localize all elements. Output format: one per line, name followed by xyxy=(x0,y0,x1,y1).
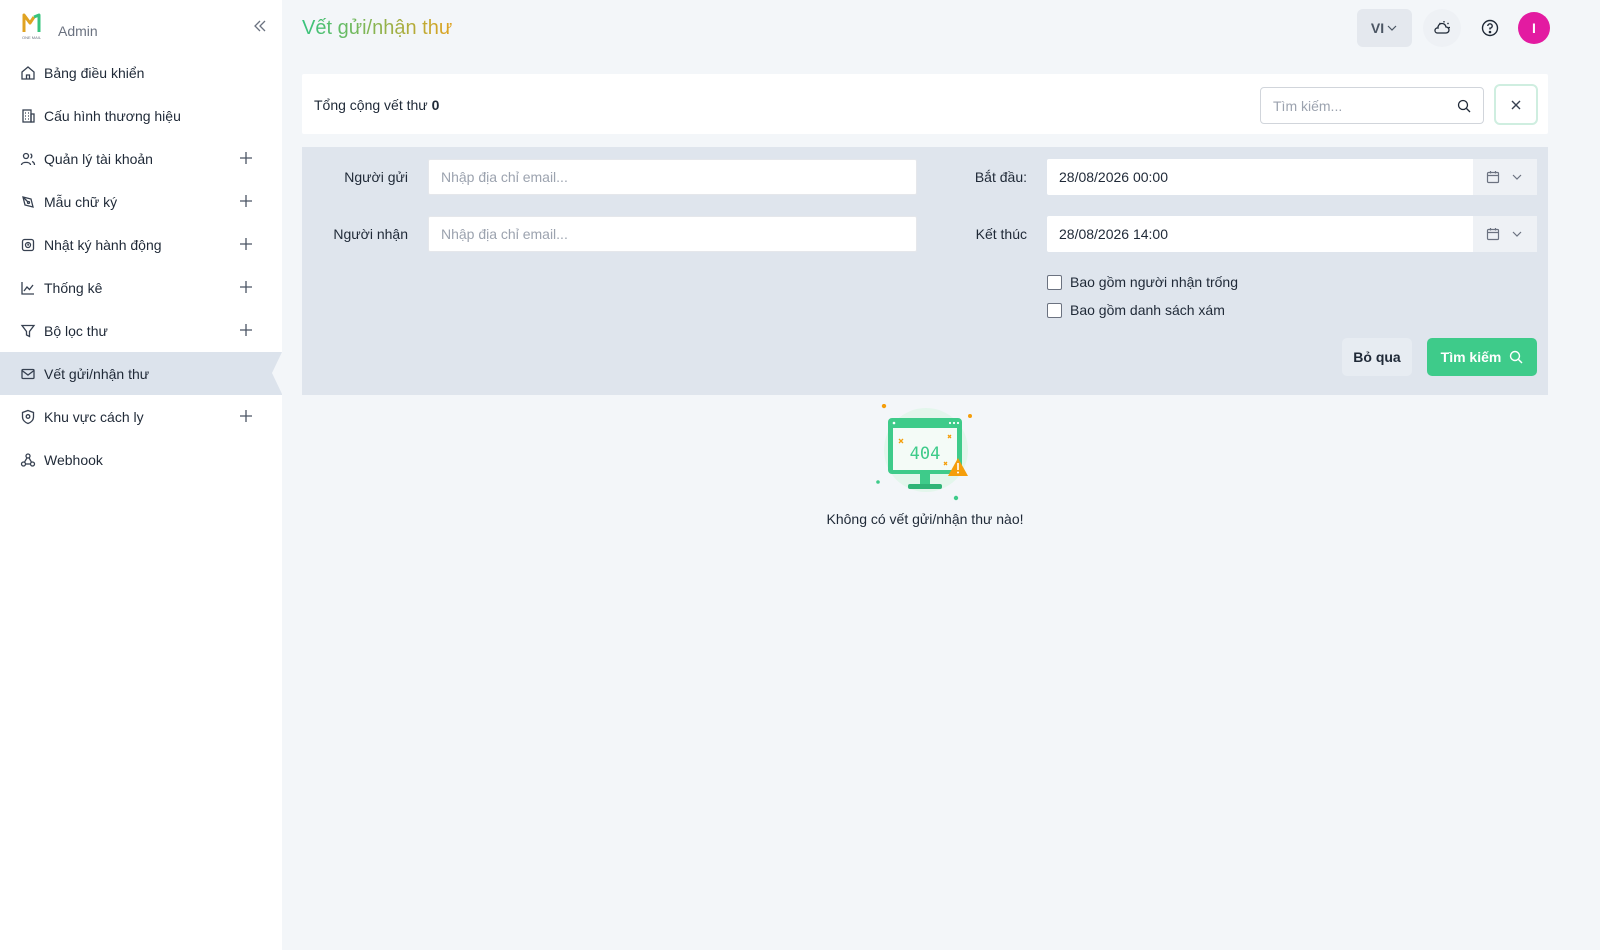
user-avatar[interactable]: I xyxy=(1518,12,1550,44)
plus-icon[interactable] xyxy=(239,323,253,337)
skip-button[interactable]: Bỏ qua xyxy=(1342,338,1412,376)
sidebar-item-signatures[interactable]: Mẫu chữ ký xyxy=(0,180,282,223)
include-empty-recipient-option[interactable]: Bao gồm người nhận trống xyxy=(1047,274,1238,290)
search-button-label: Tìm kiếm xyxy=(1440,349,1502,365)
include-greylist-checkbox[interactable] xyxy=(1047,302,1062,318)
sidebar-item-dashboard[interactable]: Bảng điều khiển xyxy=(0,51,282,94)
sidebar-item-label: Quản lý tài khoản xyxy=(44,150,153,167)
calendar-icon[interactable] xyxy=(1486,170,1500,184)
weather-theme-icon xyxy=(1432,18,1452,38)
sender-input[interactable] xyxy=(429,160,916,194)
chevron-down-icon[interactable] xyxy=(1510,170,1524,184)
end-label: Kết thúc xyxy=(975,226,1027,242)
include-empty-recipient-label: Bao gồm người nhận trống xyxy=(1070,274,1238,290)
home-icon xyxy=(20,65,36,81)
date-tools xyxy=(1473,159,1537,195)
start-date-picker[interactable]: 28/08/2026 00:00 xyxy=(1047,159,1537,195)
sidebar-item-label: Vết gửi/nhận thư xyxy=(44,365,150,382)
logo-text: ONE MAIL xyxy=(22,35,42,40)
theme-toggle-button[interactable] xyxy=(1423,9,1461,47)
sidebar-item-accounts[interactable]: Quản lý tài khoản xyxy=(0,137,282,180)
sidebar-item-mail-filter[interactable]: Bộ lọc thư xyxy=(0,309,282,352)
total-count-text: Tổng cộng vết thư 0 xyxy=(314,97,439,113)
date-tools xyxy=(1473,216,1537,252)
log-icon xyxy=(20,237,36,253)
sidebar-item-webhook[interactable]: Webhook xyxy=(0,438,282,481)
plus-icon[interactable] xyxy=(239,409,253,423)
help-button[interactable] xyxy=(1471,9,1509,47)
plus-icon[interactable] xyxy=(239,194,253,208)
chevron-down-icon xyxy=(1386,22,1398,34)
search-icon xyxy=(1509,350,1523,364)
sidebar-item-action-log[interactable]: Nhật ký hành động xyxy=(0,223,282,266)
brand-name: Admin xyxy=(58,23,98,39)
empty-state-illustration: 404 xyxy=(874,403,978,504)
pen-icon xyxy=(20,194,36,210)
webhook-icon xyxy=(20,452,36,468)
page-title: Vết gửi/nhận thư xyxy=(302,17,453,39)
search-icon[interactable] xyxy=(1457,99,1471,113)
filter-panel: Người gửi Người nhận Bắt đầu: 28/08/2026… xyxy=(302,147,1548,395)
sidebar-item-label: Bộ lọc thư xyxy=(44,322,108,339)
sidebar-item-label: Bảng điều khiển xyxy=(44,64,145,81)
search-box xyxy=(1260,87,1484,124)
sidebar-item-statistics[interactable]: Thống kê xyxy=(0,266,282,309)
language-selector[interactable]: VI xyxy=(1357,9,1412,47)
shield-icon xyxy=(20,409,36,425)
close-icon xyxy=(1510,99,1522,111)
close-filter-button[interactable] xyxy=(1494,84,1538,125)
recipient-field xyxy=(428,216,917,252)
help-icon xyxy=(1481,19,1499,37)
end-date-picker[interactable]: 28/08/2026 14:00 xyxy=(1047,216,1537,252)
sidebar-item-label: Thống kê xyxy=(44,279,103,296)
sender-field xyxy=(428,159,917,195)
sender-label: Người gửi xyxy=(344,169,408,185)
users-icon xyxy=(20,151,36,167)
search-button[interactable]: Tìm kiếm xyxy=(1427,338,1537,376)
plus-icon[interactable] xyxy=(239,151,253,165)
language-value: VI xyxy=(1370,20,1385,36)
recipient-label: Người nhận xyxy=(333,226,408,242)
empty-state-message: Không có vết gửi/nhận thư nào! xyxy=(826,511,1024,527)
sidebar-item-label: Khu vực cách ly xyxy=(44,408,144,425)
end-date-value: 28/08/2026 14:00 xyxy=(1059,226,1168,242)
sidebar-item-label: Nhật ký hành động xyxy=(44,236,162,253)
brand[interactable]: ONE MAIL xyxy=(22,12,46,40)
onemail-logo: ONE MAIL xyxy=(22,12,46,40)
filter-icon xyxy=(20,323,36,339)
building-icon xyxy=(20,108,36,124)
total-count: 0 xyxy=(431,97,440,113)
chevron-down-icon[interactable] xyxy=(1510,227,1524,241)
plus-icon[interactable] xyxy=(239,280,253,294)
total-label: Tổng cộng vết thư xyxy=(314,97,428,113)
sidebar-item-mail-trace[interactable]: Vết gửi/nhận thư xyxy=(0,352,282,395)
sidebar: ONE MAIL Admin Bảng điều khiển Cấu hình … xyxy=(0,0,282,950)
sidebar-item-quarantine[interactable]: Khu vực cách ly xyxy=(0,395,282,438)
start-date-value: 28/08/2026 00:00 xyxy=(1059,169,1168,185)
sidebar-item-brand-config[interactable]: Cấu hình thương hiệu xyxy=(0,94,282,137)
summary-bar: Tổng cộng vết thư 0 xyxy=(302,74,1548,134)
mail-icon xyxy=(20,366,36,382)
include-empty-recipient-checkbox[interactable] xyxy=(1047,274,1062,290)
recipient-input[interactable] xyxy=(429,217,916,251)
plus-icon[interactable] xyxy=(239,237,253,251)
sidebar-item-label: Mẫu chữ ký xyxy=(44,193,118,210)
search-input[interactable] xyxy=(1261,88,1451,123)
sidebar-item-label: Cấu hình thương hiệu xyxy=(44,107,181,124)
sidebar-item-label: Webhook xyxy=(44,451,103,468)
include-greylist-option[interactable]: Bao gồm danh sách xám xyxy=(1047,302,1225,318)
chart-icon xyxy=(20,280,36,296)
top-header: Vết gửi/nhận thư VI I xyxy=(282,0,1568,55)
start-label: Bắt đầu: xyxy=(974,169,1027,185)
sidebar-nav: Bảng điều khiển Cấu hình thương hiệu Quả… xyxy=(0,51,282,481)
calendar-icon[interactable] xyxy=(1486,227,1500,241)
error-code: 404 xyxy=(910,444,941,464)
include-greylist-label: Bao gồm danh sách xám xyxy=(1070,302,1225,318)
collapse-sidebar-icon[interactable] xyxy=(252,18,268,34)
